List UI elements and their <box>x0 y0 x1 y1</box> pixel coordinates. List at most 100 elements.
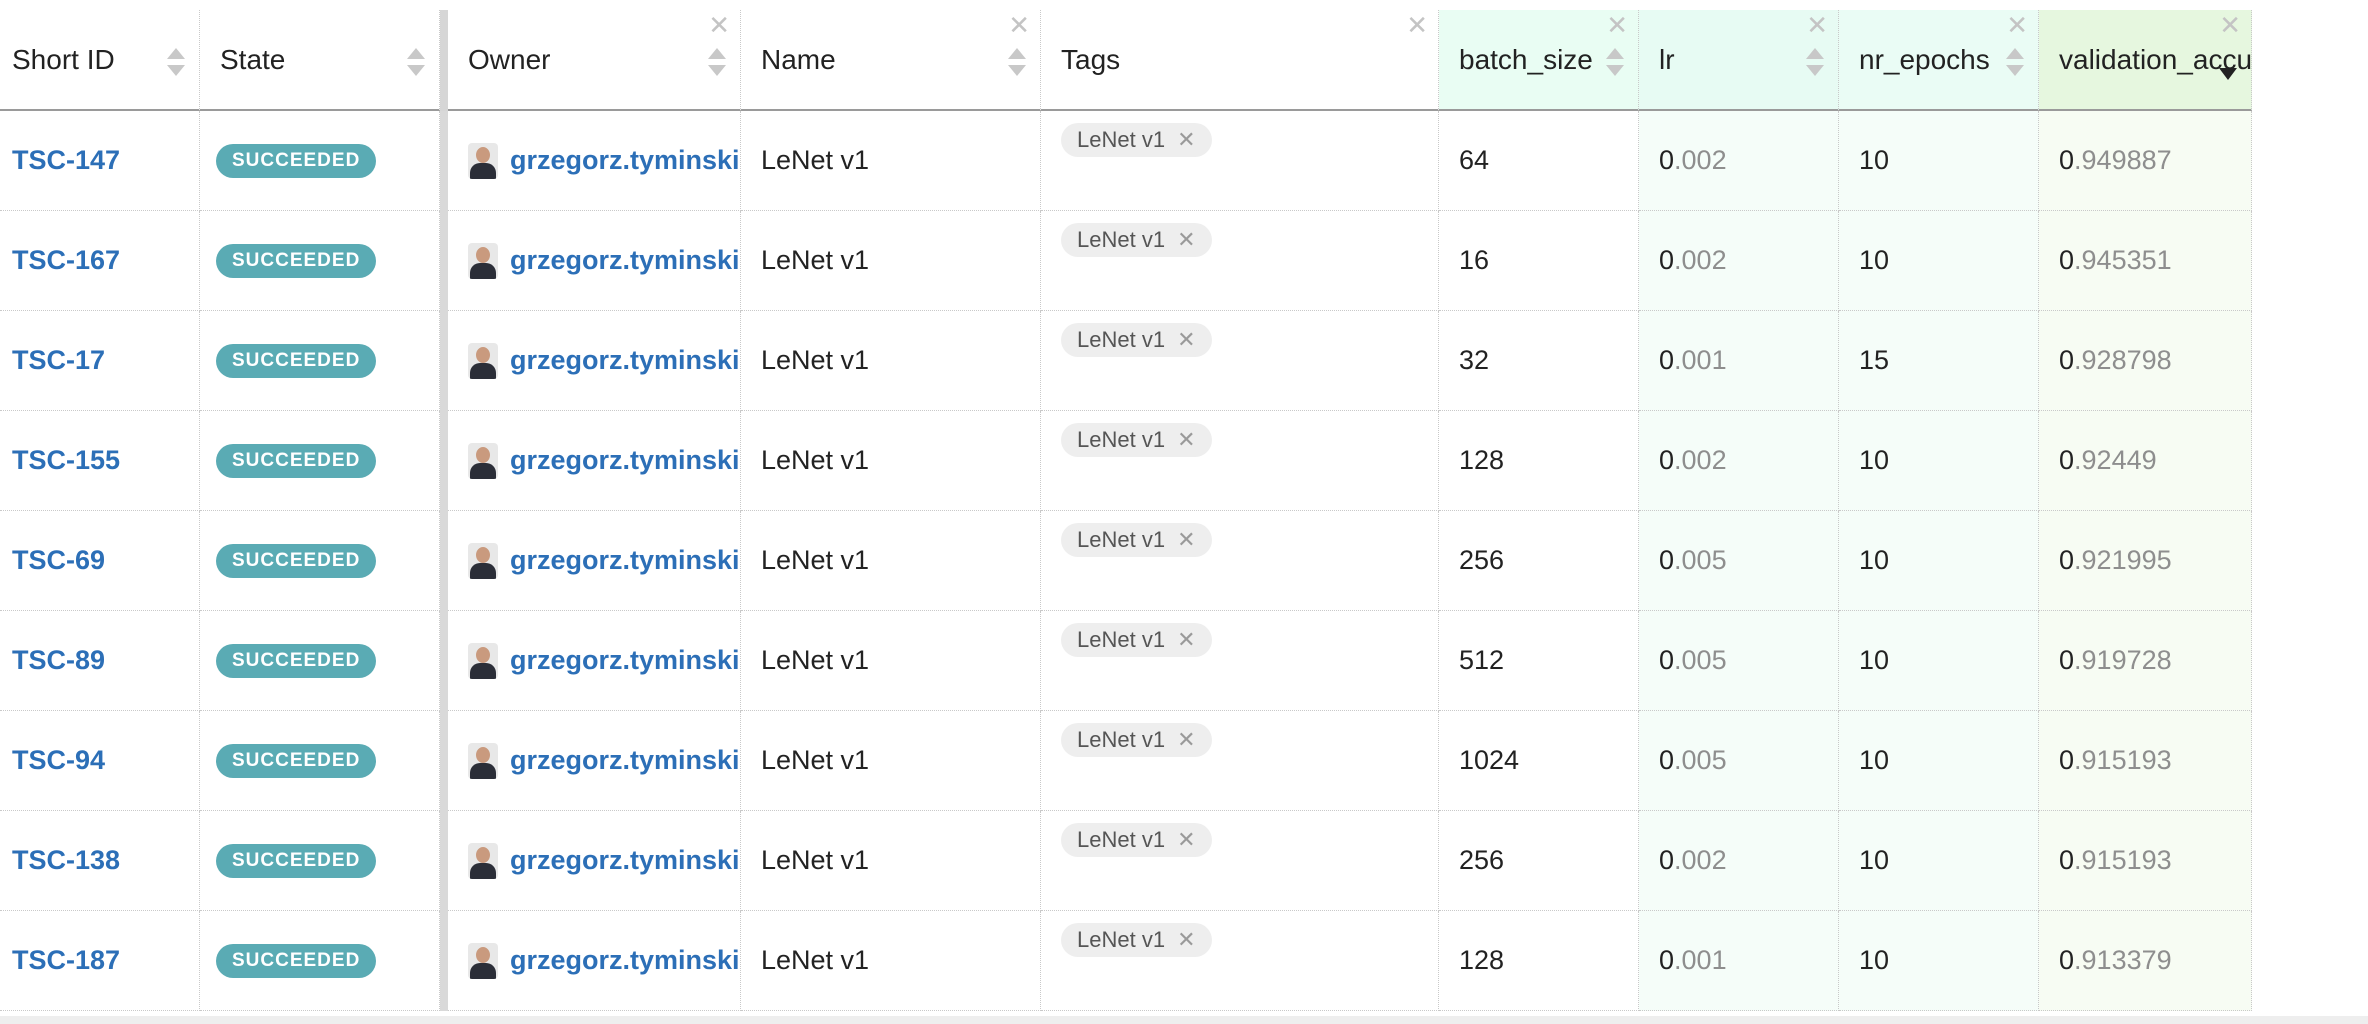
pinned-columns-divider[interactable] <box>440 211 448 311</box>
owner-link[interactable]: grzegorz.tyminski <box>510 845 740 876</box>
experiment-id-link[interactable]: TSC-167 <box>12 245 120 276</box>
sort-icon[interactable] <box>1606 48 1624 78</box>
owner-link[interactable]: grzegorz.tyminski <box>510 145 740 176</box>
cell-validation-accuracy: 0.915193 <box>2039 811 2252 911</box>
acc-fraction: .92449 <box>2074 445 2157 475</box>
header-short-id[interactable]: Short ID <box>0 10 200 111</box>
header-nr-epochs[interactable]: nr_epochs ✕ <box>1839 10 2039 111</box>
experiment-id-link[interactable]: TSC-138 <box>12 845 120 876</box>
remove-tag-icon[interactable]: ✕ <box>1177 527 1195 553</box>
remove-column-icon[interactable]: ✕ <box>2006 12 2028 38</box>
cell-validation-accuracy: 0.921995 <box>2039 511 2252 611</box>
sort-icon[interactable] <box>407 48 425 78</box>
cell-owner: grzegorz.tyminski <box>448 911 741 1011</box>
owner-link[interactable]: grzegorz.tyminski <box>510 745 740 776</box>
cell-short-id[interactable]: TSC-138 <box>0 811 200 911</box>
remove-tag-icon[interactable]: ✕ <box>1177 427 1195 453</box>
remove-column-icon[interactable]: ✕ <box>2219 12 2241 38</box>
owner-link[interactable]: grzegorz.tyminski <box>510 445 740 476</box>
experiment-id-link[interactable]: TSC-17 <box>12 345 105 376</box>
avatar <box>468 742 498 779</box>
pinned-columns-divider[interactable] <box>440 311 448 411</box>
cell-validation-accuracy: 0.92449 <box>2039 411 2252 511</box>
tag-chip[interactable]: LeNet v1 ✕ <box>1061 223 1212 257</box>
remove-tag-icon[interactable]: ✕ <box>1177 927 1195 953</box>
lr-int: 0 <box>1659 245 1675 275</box>
remove-column-icon[interactable]: ✕ <box>1406 12 1428 38</box>
cell-short-id[interactable]: TSC-167 <box>0 211 200 311</box>
cell-short-id[interactable]: TSC-147 <box>0 111 200 211</box>
tag-chip[interactable]: LeNet v1 ✕ <box>1061 923 1212 957</box>
experiment-id-link[interactable]: TSC-187 <box>12 945 120 976</box>
experiment-name: LeNet v1 <box>761 545 870 575</box>
tag-label: LeNet v1 <box>1077 927 1166 952</box>
pinned-columns-divider[interactable] <box>440 811 448 911</box>
tag-chip[interactable]: LeNet v1 ✕ <box>1061 423 1212 457</box>
experiment-name: LeNet v1 <box>761 445 870 475</box>
cell-lr: 0.002 <box>1639 211 1839 311</box>
cell-short-id[interactable]: TSC-94 <box>0 711 200 811</box>
tag-chip[interactable]: LeNet v1 ✕ <box>1061 823 1212 857</box>
header-tags[interactable]: Tags ✕ <box>1041 10 1439 111</box>
cell-short-id[interactable]: TSC-89 <box>0 611 200 711</box>
cell-short-id[interactable]: TSC-187 <box>0 911 200 1011</box>
cell-nr-epochs: 10 <box>1839 811 2039 911</box>
owner-link[interactable]: grzegorz.tyminski <box>510 345 740 376</box>
remove-tag-icon[interactable]: ✕ <box>1177 827 1195 853</box>
experiment-id-link[interactable]: TSC-147 <box>12 145 120 176</box>
tag-chip[interactable]: LeNet v1 ✕ <box>1061 623 1212 657</box>
sort-descending-icon[interactable] <box>2219 48 2237 80</box>
experiment-id-link[interactable]: TSC-155 <box>12 445 120 476</box>
sort-icon[interactable] <box>1008 48 1026 78</box>
owner-link[interactable]: grzegorz.tyminski <box>510 545 740 576</box>
header-owner[interactable]: Owner ✕ <box>448 10 741 111</box>
cell-short-id[interactable]: TSC-155 <box>0 411 200 511</box>
cell-tags: LeNet v1 ✕ <box>1041 911 1439 1011</box>
experiment-id-link[interactable]: TSC-69 <box>12 545 105 576</box>
sort-icon[interactable] <box>1806 48 1824 78</box>
sort-icon[interactable] <box>167 48 185 78</box>
header-name[interactable]: Name ✕ <box>741 10 1041 111</box>
remove-column-icon[interactable]: ✕ <box>1806 12 1828 38</box>
horizontal-scrollbar[interactable] <box>0 1016 2368 1024</box>
tag-chip[interactable]: LeNet v1 ✕ <box>1061 523 1212 557</box>
remove-tag-icon[interactable]: ✕ <box>1177 227 1195 253</box>
pinned-columns-divider[interactable] <box>440 711 448 811</box>
experiment-id-link[interactable]: TSC-89 <box>12 645 105 676</box>
cell-short-id[interactable]: TSC-69 <box>0 511 200 611</box>
remove-tag-icon[interactable]: ✕ <box>1177 727 1195 753</box>
tag-chip[interactable]: LeNet v1 ✕ <box>1061 723 1212 757</box>
owner-link[interactable]: grzegorz.tyminski <box>510 645 740 676</box>
remove-tag-icon[interactable]: ✕ <box>1177 327 1195 353</box>
pinned-columns-divider[interactable] <box>440 611 448 711</box>
lr-fraction: .001 <box>1674 345 1727 375</box>
header-lr[interactable]: lr ✕ <box>1639 10 1839 111</box>
remove-column-icon[interactable]: ✕ <box>1008 12 1030 38</box>
cell-short-id[interactable]: TSC-17 <box>0 311 200 411</box>
header-owner-label: Owner <box>468 43 551 75</box>
acc-int: 0 <box>2059 145 2075 175</box>
sort-icon[interactable] <box>708 48 726 78</box>
experiment-id-link[interactable]: TSC-94 <box>12 745 105 776</box>
pinned-columns-divider[interactable] <box>440 111 448 211</box>
remove-column-icon[interactable]: ✕ <box>708 12 730 38</box>
owner-link[interactable]: grzegorz.tyminski <box>510 245 740 276</box>
cell-owner: grzegorz.tyminski <box>448 511 741 611</box>
remove-column-icon[interactable]: ✕ <box>1606 12 1628 38</box>
owner-link[interactable]: grzegorz.tyminski <box>510 945 740 976</box>
header-state[interactable]: State <box>200 10 440 111</box>
cell-state: SUCCEEDED <box>200 911 440 1011</box>
pinned-columns-divider[interactable] <box>440 411 448 511</box>
sort-icon[interactable] <box>2006 48 2024 78</box>
remove-tag-icon[interactable]: ✕ <box>1177 127 1195 153</box>
header-validation-accuracy[interactable]: validation_accuracy ✕ <box>2039 10 2252 111</box>
pinned-columns-divider[interactable] <box>440 911 448 1011</box>
cell-name: LeNet v1 <box>741 111 1041 211</box>
pinned-columns-divider[interactable] <box>440 10 448 111</box>
state-badge: SUCCEEDED <box>216 643 377 678</box>
remove-tag-icon[interactable]: ✕ <box>1177 627 1195 653</box>
pinned-columns-divider[interactable] <box>440 511 448 611</box>
tag-chip[interactable]: LeNet v1 ✕ <box>1061 123 1212 157</box>
tag-chip[interactable]: LeNet v1 ✕ <box>1061 323 1212 357</box>
header-batch-size[interactable]: batch_size ✕ <box>1439 10 1639 111</box>
